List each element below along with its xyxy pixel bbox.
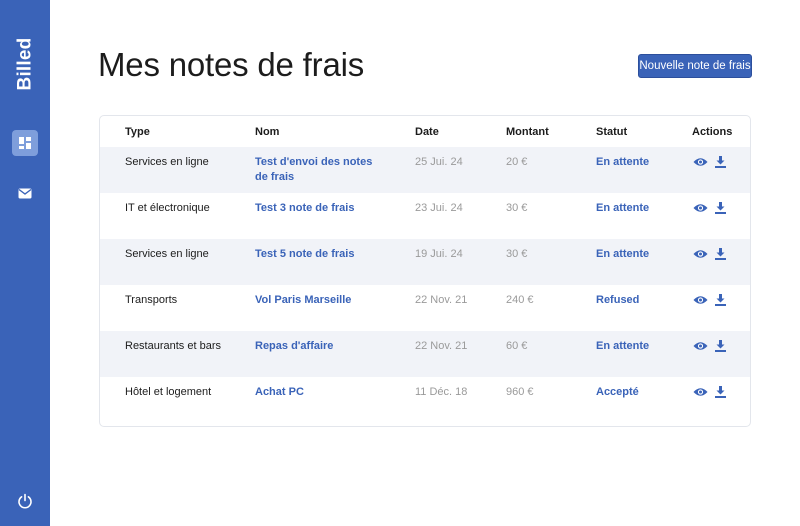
bill-type: IT et électronique: [125, 202, 210, 214]
column-header-actions: Actions: [692, 126, 733, 138]
sidebar-item-mail[interactable]: [12, 180, 38, 206]
bills-table: Type Nom Date Montant Statut Actions Ser…: [99, 115, 751, 427]
bill-status: Accepté: [596, 386, 639, 398]
download-icon[interactable]: [712, 293, 728, 307]
bill-amount: 20 €: [506, 156, 528, 168]
eye-icon[interactable]: [692, 155, 708, 169]
row-actions: [692, 293, 742, 307]
eye-icon[interactable]: [692, 339, 708, 353]
download-icon[interactable]: [712, 385, 728, 399]
page-title: Mes notes de frais: [98, 46, 365, 83]
eye-icon[interactable]: [692, 201, 708, 215]
bill-name: Repas d'affaire: [255, 340, 334, 352]
bill-amount: 30 €: [506, 202, 528, 214]
bill-type: Services en ligne: [125, 248, 209, 260]
bill-status: Refused: [596, 294, 640, 306]
bill-name: Test d'envoi des notes de frais: [255, 156, 373, 183]
row-actions: [692, 201, 742, 215]
bill-date: 22 Nov. 21: [415, 294, 468, 306]
download-icon[interactable]: [712, 201, 728, 215]
brand-name: Billed: [14, 37, 35, 91]
table-row: IT et électronique Test 3 note de frais …: [100, 193, 750, 239]
table-header: Type Nom Date Montant Statut Actions: [100, 116, 750, 147]
column-header-status: Statut: [596, 126, 628, 138]
bill-date: 23 Jui. 24: [415, 202, 463, 214]
bill-amount: 60 €: [506, 340, 528, 352]
column-header-amount: Montant: [506, 126, 549, 138]
download-icon[interactable]: [712, 247, 728, 261]
column-header-name: Nom: [255, 126, 280, 138]
bill-amount: 30 €: [506, 248, 528, 260]
bill-amount: 960 €: [506, 386, 534, 398]
table-row: Transports Vol Paris Marseille 22 Nov. 2…: [100, 285, 750, 331]
new-bill-button[interactable]: Nouvelle note de frais: [638, 54, 752, 78]
column-header-date: Date: [415, 126, 439, 138]
table-row: Services en ligne Test d'envoi des notes…: [100, 147, 750, 193]
row-actions: [692, 385, 742, 399]
bill-type: Services en ligne: [125, 156, 209, 168]
eye-icon[interactable]: [692, 385, 708, 399]
power-icon: [18, 493, 32, 509]
brand-logo: Billed: [8, 34, 42, 94]
bill-name: Vol Paris Marseille: [255, 294, 352, 306]
row-actions: [692, 247, 742, 261]
table-row: Hôtel et logement Achat PC 11 Déc. 18 96…: [100, 377, 750, 423]
bill-status: En attente: [596, 202, 650, 214]
sidebar-item-bills[interactable]: [12, 130, 38, 156]
bill-date: 22 Nov. 21: [415, 340, 468, 352]
download-icon[interactable]: [712, 155, 728, 169]
download-icon[interactable]: [712, 339, 728, 353]
row-actions: [692, 339, 742, 353]
bill-name: Test 3 note de frais: [255, 202, 355, 214]
bill-amount: 240 €: [506, 294, 534, 306]
mail-icon: [18, 188, 32, 198]
table-row: Restaurants et bars Repas d'affaire 22 N…: [100, 331, 750, 377]
eye-icon[interactable]: [692, 247, 708, 261]
bill-name: Test 5 note de frais: [255, 248, 355, 260]
table-row: Services en ligne Test 5 note de frais 1…: [100, 239, 750, 285]
eye-icon[interactable]: [692, 293, 708, 307]
row-actions: [692, 155, 742, 169]
bill-type: Hôtel et logement: [125, 386, 212, 398]
logout-button[interactable]: [12, 488, 38, 514]
sidebar: Billed: [0, 0, 50, 526]
bill-status: En attente: [596, 340, 650, 352]
bill-date: 19 Jui. 24: [415, 248, 463, 260]
bill-status: En attente: [596, 156, 650, 168]
bill-type: Restaurants et bars: [125, 340, 221, 352]
window-icon: [19, 137, 31, 149]
bill-name: Achat PC: [255, 386, 304, 398]
bill-type: Transports: [125, 294, 178, 306]
bill-date: 25 Jui. 24: [415, 156, 463, 168]
bill-date: 11 Déc. 18: [415, 386, 468, 398]
bill-status: En attente: [596, 248, 650, 260]
column-header-type: Type: [125, 126, 150, 138]
